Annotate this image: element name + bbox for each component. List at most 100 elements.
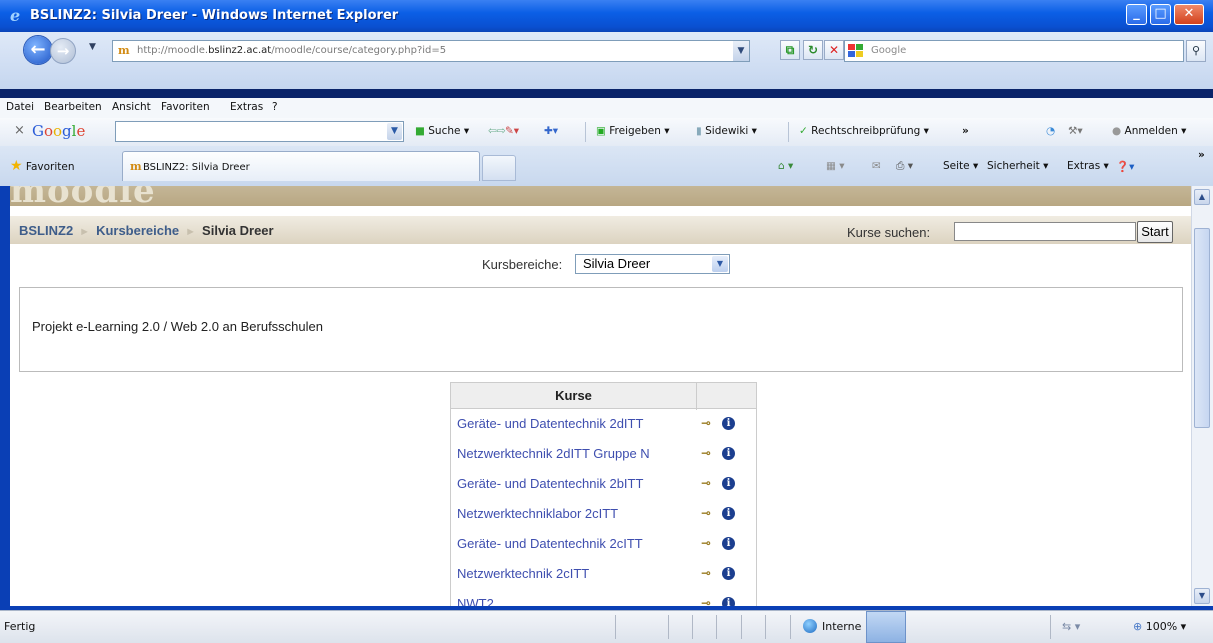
menu-view[interactable]: Ansicht bbox=[112, 101, 151, 113]
help-icon[interactable]: ❓▾ bbox=[1116, 160, 1134, 173]
favorites-button[interactable]: ★ Favoriten bbox=[10, 158, 75, 174]
plus-icon[interactable]: ✚▾ bbox=[544, 125, 558, 137]
sidewiki-button[interactable]: ▮ Sidewiki ▾ bbox=[696, 125, 757, 137]
download-popup-icon[interactable] bbox=[866, 611, 906, 643]
compatibility-view-icon[interactable]: ⧉ bbox=[780, 40, 800, 60]
page-menu[interactable]: Seite ▾ bbox=[943, 160, 978, 172]
course-link[interactable]: Geräte- und Datentechnik 2dITT bbox=[457, 416, 643, 432]
protected-mode-icon[interactable]: ⇆ ▾ bbox=[1062, 620, 1080, 633]
status-divider bbox=[716, 615, 717, 639]
google-search-input[interactable]: ▼ bbox=[115, 121, 404, 142]
key-icon: ⊸ bbox=[701, 536, 712, 550]
close-toolbar-icon[interactable]: × bbox=[14, 123, 25, 138]
key-icon: ⊸ bbox=[701, 566, 712, 580]
menu-favorites[interactable]: Favoriten bbox=[161, 101, 210, 113]
more-commands-chevron[interactable]: » bbox=[1198, 149, 1205, 161]
breadcrumb-separator-icon: ► bbox=[79, 226, 91, 238]
courses-table-header: Kurse bbox=[451, 382, 756, 410]
back-button[interactable]: ← bbox=[24, 36, 52, 64]
mail-icon[interactable]: ✉ bbox=[872, 160, 881, 172]
info-icon[interactable]: i bbox=[722, 567, 735, 580]
category-select-label: Kursbereiche: bbox=[482, 257, 563, 272]
google-logo: Google bbox=[32, 122, 86, 140]
sign-in-button[interactable]: ● Anmelden ▾ bbox=[1112, 125, 1186, 137]
home-icon[interactable]: ⌂ ▾ bbox=[778, 160, 793, 172]
status-divider bbox=[790, 615, 791, 639]
breadcrumb-categories-link[interactable]: Kursbereiche bbox=[96, 223, 179, 238]
table-row: Netzwerktechnik 2dITT Gruppe N ⊸ i bbox=[451, 439, 756, 469]
breadcrumb-home-link[interactable]: BSLINZ2 bbox=[19, 223, 73, 238]
address-bar[interactable]: m http://moodle.bslinz2.ac.at/moodle/cou… bbox=[112, 40, 750, 62]
favorites-star-icon: ★ bbox=[10, 158, 23, 174]
table-row: Geräte- und Datentechnik 2cITT ⊸ i bbox=[451, 529, 756, 559]
course-link[interactable]: Geräte- und Datentechnik 2bITT bbox=[457, 476, 643, 492]
moodle-header bbox=[10, 186, 1191, 206]
ie-logo-icon: e bbox=[10, 6, 21, 25]
address-dropdown-icon[interactable]: ▼ bbox=[733, 41, 749, 61]
scroll-down-icon[interactable]: ▼ bbox=[1194, 588, 1210, 604]
vertical-scrollbar[interactable]: ▲ ▼ bbox=[1191, 186, 1213, 608]
menu-edit[interactable]: Bearbeiten bbox=[44, 101, 102, 113]
info-icon[interactable]: i bbox=[722, 477, 735, 490]
google-search-dropdown-icon[interactable]: ▼ bbox=[387, 123, 402, 140]
security-menu[interactable]: Sicherheit ▾ bbox=[987, 160, 1048, 172]
wifi-icon[interactable]: ◔ bbox=[1046, 125, 1055, 137]
menu-help[interactable]: ? bbox=[272, 101, 278, 113]
course-link[interactable]: Geräte- und Datentechnik 2cITT bbox=[457, 536, 643, 552]
breadcrumb-current: Silvia Dreer bbox=[202, 223, 274, 238]
key-icon: ⊸ bbox=[701, 476, 712, 490]
print-icon[interactable]: ⎙ ▾ bbox=[896, 160, 913, 173]
info-icon[interactable]: i bbox=[722, 417, 735, 430]
status-text: Fertig bbox=[4, 620, 36, 633]
close-button[interactable]: ✕ bbox=[1174, 4, 1204, 25]
stop-icon[interactable]: ✕ bbox=[824, 40, 844, 60]
info-icon[interactable]: i bbox=[722, 537, 735, 550]
info-icon[interactable]: i bbox=[722, 447, 735, 460]
search-box[interactable]: Google bbox=[844, 40, 1184, 62]
user-icon: ● bbox=[1112, 125, 1122, 137]
feeds-icon[interactable]: ▦ ▾ bbox=[826, 160, 845, 172]
category-summary: Projekt e-Learning 2.0 / Web 2.0 an Beru… bbox=[19, 287, 1183, 372]
security-zone-label[interactable]: Interne bbox=[822, 620, 861, 633]
more-tools-chevron[interactable]: » bbox=[962, 125, 969, 137]
menu-file[interactable]: Datei bbox=[6, 101, 34, 113]
breadcrumb-separator-icon: ► bbox=[185, 226, 197, 238]
course-link[interactable]: Netzwerktechnik 2cITT bbox=[457, 566, 589, 582]
search-icon[interactable]: ⚲ bbox=[1186, 40, 1206, 62]
course-link[interactable]: Netzwerktechnik 2dITT Gruppe N bbox=[457, 446, 650, 462]
bookmarks-icon[interactable]: ✎▾ bbox=[505, 125, 519, 137]
forward-button[interactable]: → bbox=[50, 38, 76, 64]
google-search-button[interactable]: ■ Suche ▾ bbox=[415, 125, 469, 137]
course-link[interactable]: Netzwerktechniklabor 2cITT bbox=[457, 506, 618, 522]
window-title: BSLINZ2: Silvia Dreer - Windows Internet… bbox=[30, 8, 399, 23]
internet-zone-icon bbox=[803, 619, 817, 633]
history-dropdown-icon[interactable]: ▼ bbox=[89, 42, 96, 52]
address-url: http://moodle.bslinz2.ac.at/moodle/cours… bbox=[137, 45, 447, 56]
wrench-icon[interactable]: ⚒▾ bbox=[1068, 125, 1083, 137]
tab-active[interactable]: m BSLINZ2: Silvia Dreer bbox=[122, 151, 480, 181]
navigation-arrows-icon[interactable]: ⇦⇨ bbox=[488, 125, 506, 137]
menu-tools[interactable]: Extras bbox=[230, 101, 263, 113]
course-search-label: Kurse suchen: bbox=[847, 225, 931, 240]
refresh-icon[interactable]: ↻ bbox=[803, 40, 823, 60]
scroll-up-icon[interactable]: ▲ bbox=[1194, 189, 1210, 205]
tab-title: BSLINZ2: Silvia Dreer bbox=[143, 162, 250, 173]
maximize-button[interactable]: □ bbox=[1150, 4, 1171, 25]
toolbar-divider bbox=[788, 122, 789, 142]
share-button[interactable]: ▣ Freigeben ▾ bbox=[596, 125, 670, 137]
extras-menu[interactable]: Extras ▾ bbox=[1067, 160, 1109, 172]
course-search-button[interactable]: Start bbox=[1137, 221, 1173, 243]
moodle-favicon-icon: m bbox=[118, 44, 130, 57]
moodle-logo: moodle bbox=[10, 186, 156, 211]
window-title-bar[interactable]: e BSLINZ2: Silvia Dreer - Windows Intern… bbox=[0, 0, 1213, 32]
zoom-level[interactable]: ⊕ 100% ▾ bbox=[1133, 620, 1186, 633]
course-search-input[interactable] bbox=[954, 222, 1136, 241]
minimize-button[interactable]: _ bbox=[1126, 4, 1147, 25]
category-select[interactable]: Silvia Dreer ▼ bbox=[575, 254, 730, 274]
new-tab-button[interactable] bbox=[482, 155, 516, 181]
scrollbar-thumb[interactable] bbox=[1194, 228, 1210, 428]
spellcheck-button[interactable]: ✓ Rechtschreibprüfung ▾ bbox=[799, 125, 929, 137]
info-icon[interactable]: i bbox=[722, 507, 735, 520]
table-row: Geräte- und Datentechnik 2dITT ⊸ i bbox=[451, 409, 756, 439]
status-bar: Fertig Interne ⇆ ▾ ⊕ 100% ▾ bbox=[0, 610, 1213, 643]
